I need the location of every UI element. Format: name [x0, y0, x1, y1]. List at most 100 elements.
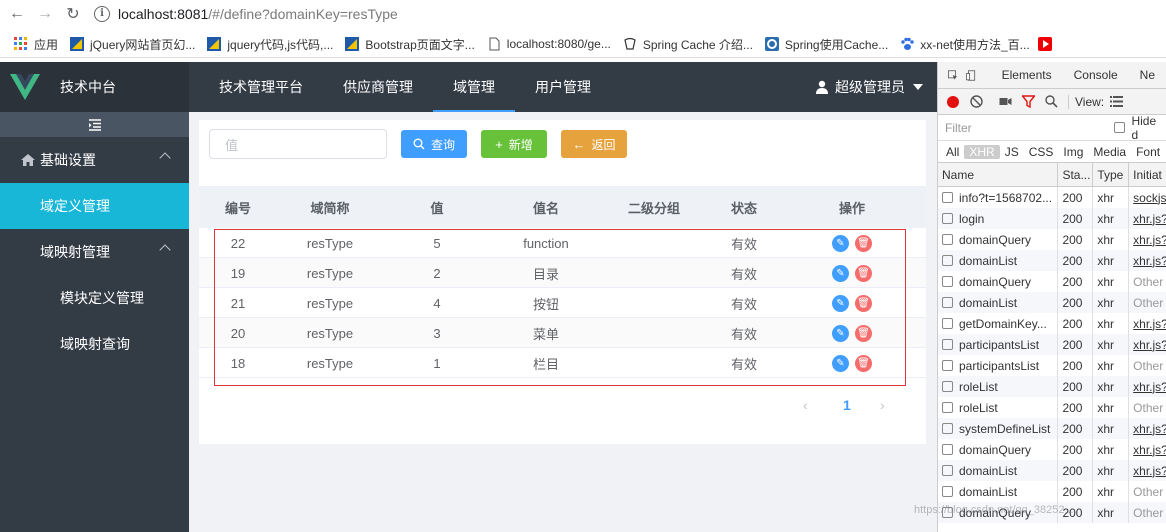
request-checkbox-icon: [942, 318, 953, 329]
hide-data-checkbox[interactable]: [1114, 122, 1126, 133]
bookmark-item[interactable]: xx-net使用方法_百...: [900, 36, 1030, 53]
network-request-row[interactable]: domainList 200 xhr xhr.js?: [938, 460, 1166, 481]
list-view-icon[interactable]: [1110, 95, 1124, 108]
page-icon: [489, 37, 500, 51]
nav-tech-platform[interactable]: 技术管理平台: [199, 62, 323, 112]
menu-domain-mapping[interactable]: 域映射管理: [0, 229, 189, 275]
network-request-row[interactable]: domainList 200 xhr Other: [938, 292, 1166, 313]
type-all[interactable]: All: [941, 145, 964, 159]
request-name: getDomainKey...: [959, 316, 1047, 331]
tab-console[interactable]: Console: [1063, 68, 1129, 82]
network-request-row[interactable]: roleList 200 xhr Other: [938, 397, 1166, 418]
camera-icon[interactable]: [999, 95, 1012, 108]
column-header: 值: [430, 200, 444, 216]
record-icon[interactable]: [947, 95, 959, 108]
value-search-input[interactable]: 值: [209, 129, 387, 159]
forward-arrow-icon[interactable]: →: [34, 3, 56, 25]
back-button[interactable]: ← 返回: [561, 130, 627, 158]
request-type: xhr: [1093, 292, 1130, 313]
bookmark-item[interactable]: Spring使用Cache...: [764, 36, 888, 53]
request-name-cell: roleList: [938, 376, 1059, 397]
menu-basic-settings[interactable]: 基础设置: [0, 137, 189, 183]
network-request-list: info?t=1568702... 200 xhr sockjs login 200 xhr…: [938, 187, 1166, 523]
type-css[interactable]: CSS: [1024, 145, 1059, 159]
network-request-row[interactable]: login 200 xhr xhr.js?: [938, 208, 1166, 229]
network-request-row[interactable]: domainList 200 xhr Other: [938, 481, 1166, 502]
request-name-cell: domainList: [938, 292, 1059, 313]
column-initiator[interactable]: Initiat: [1129, 163, 1166, 186]
menu-module-define[interactable]: 模块定义管理: [0, 275, 189, 321]
nav-user[interactable]: 用户管理: [515, 62, 611, 112]
paw-icon: [901, 37, 914, 50]
highlight-box: [214, 229, 906, 386]
app-logo[interactable]: 技术中台: [0, 62, 189, 112]
page-number[interactable]: 1: [843, 396, 851, 414]
column-name[interactable]: Name: [938, 163, 1059, 186]
filter-row: Filter Hide d: [938, 114, 1166, 142]
request-name-cell: roleList: [938, 397, 1059, 418]
request-checkbox-icon: [942, 255, 953, 266]
type-js[interactable]: JS: [1000, 145, 1024, 159]
bookmark-label: xx-net使用方法_百...: [920, 37, 1030, 52]
bookmark-item[interactable]: jQuery网站首页幻...: [70, 36, 195, 53]
back-arrow-icon[interactable]: ←: [6, 3, 28, 25]
column-status[interactable]: Sta...: [1058, 163, 1094, 186]
view-label: View:: [1075, 94, 1105, 109]
request-status: 200: [1058, 481, 1094, 502]
request-type: xhr: [1093, 187, 1130, 208]
clear-icon[interactable]: [970, 95, 983, 108]
column-header: 值名: [532, 200, 559, 216]
bookmark-favicon-icon: [764, 37, 779, 51]
filter-input[interactable]: Filter: [943, 118, 1102, 138]
query-button[interactable]: 查询: [401, 130, 467, 158]
search-icon[interactable]: [1045, 95, 1058, 108]
bookmark-item[interactable]: Spring Cache 介绍...: [623, 36, 753, 53]
request-initiator: xhr.js?: [1133, 316, 1166, 331]
request-status: 200: [1058, 334, 1094, 355]
tab-network[interactable]: Ne: [1129, 68, 1166, 82]
network-request-row[interactable]: domainList 200 xhr xhr.js?: [938, 250, 1166, 271]
network-request-row[interactable]: participantsList 200 xhr xhr.js?: [938, 334, 1166, 355]
nav-supplier[interactable]: 供应商管理: [323, 62, 433, 112]
menu-domain-define[interactable]: 域定义管理: [0, 183, 189, 229]
bookmark-item[interactable]: localhost:8080/ge...: [487, 37, 611, 51]
vue-logo-icon: [10, 74, 40, 100]
column-header: 操作: [838, 200, 865, 216]
type-font[interactable]: Font: [1131, 145, 1165, 159]
user-menu[interactable]: 超级管理员: [815, 62, 923, 112]
url-field[interactable]: i localhost:8081/#/define?domainKey=resT…: [94, 2, 1144, 26]
next-page-icon[interactable]: ›: [880, 396, 885, 414]
type-xhr[interactable]: XHR: [964, 144, 1000, 159]
bookmark-youtube[interactable]: [1037, 37, 1058, 51]
filter-icon[interactable]: [1022, 95, 1035, 108]
network-request-row[interactable]: domainQuery 200 xhr xhr.js?: [938, 439, 1166, 460]
bookmark-item[interactable]: Bootstrap页面文字...: [345, 36, 475, 53]
info-icon[interactable]: i: [94, 5, 110, 22]
type-media[interactable]: Media: [1088, 145, 1131, 159]
request-status: 200: [1058, 250, 1094, 271]
bookmark-item[interactable]: jquery代码,js代码,...: [207, 36, 333, 53]
network-request-row[interactable]: participantsList 200 xhr Other: [938, 355, 1166, 376]
device-toolbar-icon[interactable]: [966, 69, 976, 82]
network-request-row[interactable]: domainQuery 200 xhr Other: [938, 271, 1166, 292]
tab-elements[interactable]: Elements: [991, 68, 1063, 82]
inspect-icon[interactable]: [948, 69, 958, 82]
collapse-toggle[interactable]: [0, 112, 189, 137]
add-button[interactable]: + 新增: [481, 130, 547, 158]
prev-page-icon[interactable]: ‹: [803, 396, 808, 414]
column-type[interactable]: Type: [1093, 163, 1130, 186]
network-request-row[interactable]: roleList 200 xhr xhr.js?: [938, 376, 1166, 397]
network-request-row[interactable]: domainQuery 200 xhr xhr.js?: [938, 229, 1166, 250]
menu-domain-mapping-query[interactable]: 域映射查询: [0, 321, 189, 367]
bookmark-apps[interactable]: 应用: [14, 36, 58, 53]
type-img[interactable]: Img: [1058, 145, 1088, 159]
reload-icon[interactable]: ↻: [62, 3, 84, 25]
network-request-row[interactable]: info?t=1568702... 200 xhr sockjs: [938, 187, 1166, 208]
network-request-row[interactable]: getDomainKey... 200 xhr xhr.js?: [938, 313, 1166, 334]
chevron-up-icon: [159, 244, 171, 256]
plus-icon: +: [495, 136, 503, 152]
network-request-row[interactable]: systemDefineList 200 xhr xhr.js?: [938, 418, 1166, 439]
request-type: xhr: [1093, 208, 1130, 229]
nav-domain[interactable]: 域管理: [433, 62, 515, 112]
bookmarks-bar: 应用 jQuery网站首页幻... jquery代码,js代码,... Boot…: [0, 31, 1166, 58]
